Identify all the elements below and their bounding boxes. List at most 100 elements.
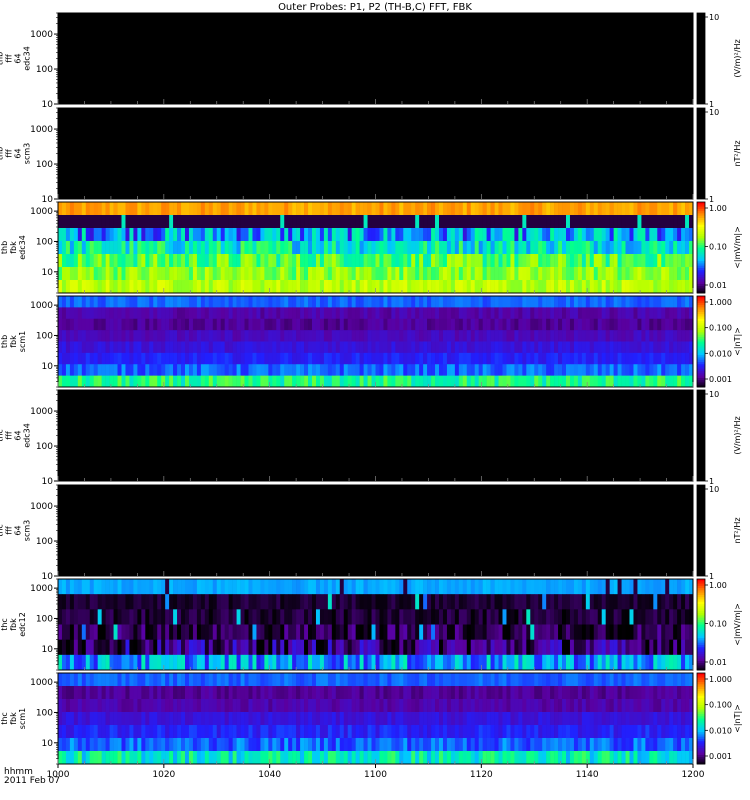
- heatmap-cell: [534, 725, 539, 739]
- heatmap-cell: [105, 280, 110, 294]
- heatmap-cell: [161, 673, 166, 687]
- heatmap-cell: [601, 228, 606, 242]
- heatmap-cell: [216, 202, 222, 216]
- heatmap-cell: [506, 594, 511, 610]
- heatmap-cell: [510, 673, 515, 687]
- heatmap-cell: [585, 254, 591, 268]
- heatmap-cell: [149, 241, 154, 255]
- heatmap-cell: [181, 254, 186, 268]
- heatmap-cell: [637, 725, 642, 739]
- heatmap-cell: [435, 639, 440, 656]
- heatmap-cell: [383, 609, 388, 625]
- heatmap-cell: [609, 241, 614, 255]
- heatmap-cell: [633, 654, 638, 671]
- heatmap-cell: [446, 267, 452, 281]
- heatmap-cell: [665, 673, 670, 687]
- heatmap-cell: [478, 725, 483, 739]
- heatmap-cell: [562, 654, 567, 671]
- heatmap-cell: [81, 712, 87, 726]
- heatmap-cell: [518, 609, 523, 625]
- heatmap-cell: [284, 699, 289, 713]
- heatmap-cell: [196, 241, 202, 255]
- heatmap-cell: [244, 712, 249, 726]
- heatmap-cell: [61, 624, 67, 640]
- heatmap-cell: [327, 330, 333, 342]
- heatmap-cell: [73, 241, 79, 255]
- heatmap-cell: [157, 738, 162, 752]
- heatmap-cell: [165, 330, 170, 342]
- heatmap-cell: [236, 725, 241, 739]
- heatmap-cell: [442, 254, 448, 268]
- heatmap-cell: [315, 712, 321, 726]
- heatmap-cell: [192, 375, 198, 388]
- heatmap-cell: [73, 639, 79, 656]
- heatmap-cell: [486, 686, 491, 700]
- heatmap-cell: [367, 738, 372, 752]
- heatmap-cell: [312, 296, 317, 308]
- heatmap-cell: [494, 624, 499, 640]
- heatmap-cell: [522, 280, 527, 294]
- heatmap-cell: [315, 267, 321, 281]
- heatmap-cell: [85, 228, 91, 242]
- heatmap-cell: [558, 364, 563, 376]
- heatmap-cell: [85, 364, 91, 376]
- heatmap-cell: [149, 202, 154, 216]
- heatmap-cell: [498, 624, 503, 640]
- heatmap-cell: [173, 307, 178, 320]
- heatmap-cell: [228, 639, 233, 656]
- heatmap-cell: [312, 686, 317, 700]
- heatmap-cell: [387, 579, 392, 595]
- heatmap-cell: [109, 375, 114, 388]
- heatmap-cell: [359, 686, 364, 700]
- heatmap-cell: [581, 202, 587, 216]
- heatmap-cell: [264, 307, 269, 320]
- heatmap-cell: [323, 725, 329, 739]
- heatmap-cell: [558, 375, 563, 388]
- heatmap-cell: [125, 318, 130, 331]
- heatmap-cell: [308, 579, 313, 595]
- heatmap-cell: [407, 280, 412, 294]
- heatmap-cell: [407, 654, 412, 671]
- heatmap-cell: [681, 296, 686, 308]
- heatmap-cell: [331, 296, 337, 308]
- heatmap-cell: [581, 712, 587, 726]
- heatmap-cell: [312, 254, 317, 268]
- heatmap-cell: [252, 594, 257, 610]
- heatmap-cell: [81, 725, 87, 739]
- heatmap-cell: [105, 241, 110, 255]
- heatmap-cell: [69, 673, 75, 687]
- heatmap-cell: [665, 639, 670, 656]
- heatmap-cell: [268, 594, 273, 610]
- heatmap-cell: [58, 296, 63, 308]
- heatmap-cell: [673, 341, 678, 354]
- heatmap-cell: [69, 228, 75, 242]
- heatmap-cell: [252, 341, 257, 354]
- heatmap-cell: [411, 228, 416, 242]
- heatmap-cell: [458, 341, 464, 354]
- heatmap-cell: [585, 296, 591, 308]
- heatmap-cell: [518, 267, 523, 281]
- heatmap-cell: [518, 654, 523, 671]
- heatmap-cell: [248, 686, 253, 700]
- heatmap-cell: [665, 609, 670, 625]
- heatmap-cell: [458, 673, 464, 687]
- panel-1: 100010010thbfff64edc34101(V/m)²/Hz: [0, 12, 742, 110]
- heatmap-cell: [633, 228, 638, 242]
- heatmap-cell: [129, 202, 134, 216]
- heatmap-cell: [411, 725, 416, 739]
- heatmap-cell: [323, 267, 329, 281]
- heatmap-cell: [490, 673, 495, 687]
- heatmap-cell: [165, 202, 170, 216]
- heatmap-cell: [339, 215, 345, 229]
- heatmap-cell: [387, 202, 392, 216]
- heatmap-cell: [435, 215, 440, 229]
- heatmap-cell: [439, 639, 444, 656]
- heatmap-cell: [423, 609, 428, 625]
- heatmap-cell: [387, 712, 392, 726]
- heatmap-cell: [478, 609, 483, 625]
- heatmap-cell: [335, 375, 341, 388]
- heatmap-cell: [442, 364, 448, 376]
- heatmap-cell: [470, 725, 476, 739]
- heatmap-cell: [161, 307, 166, 320]
- heatmap-cell: [502, 352, 507, 365]
